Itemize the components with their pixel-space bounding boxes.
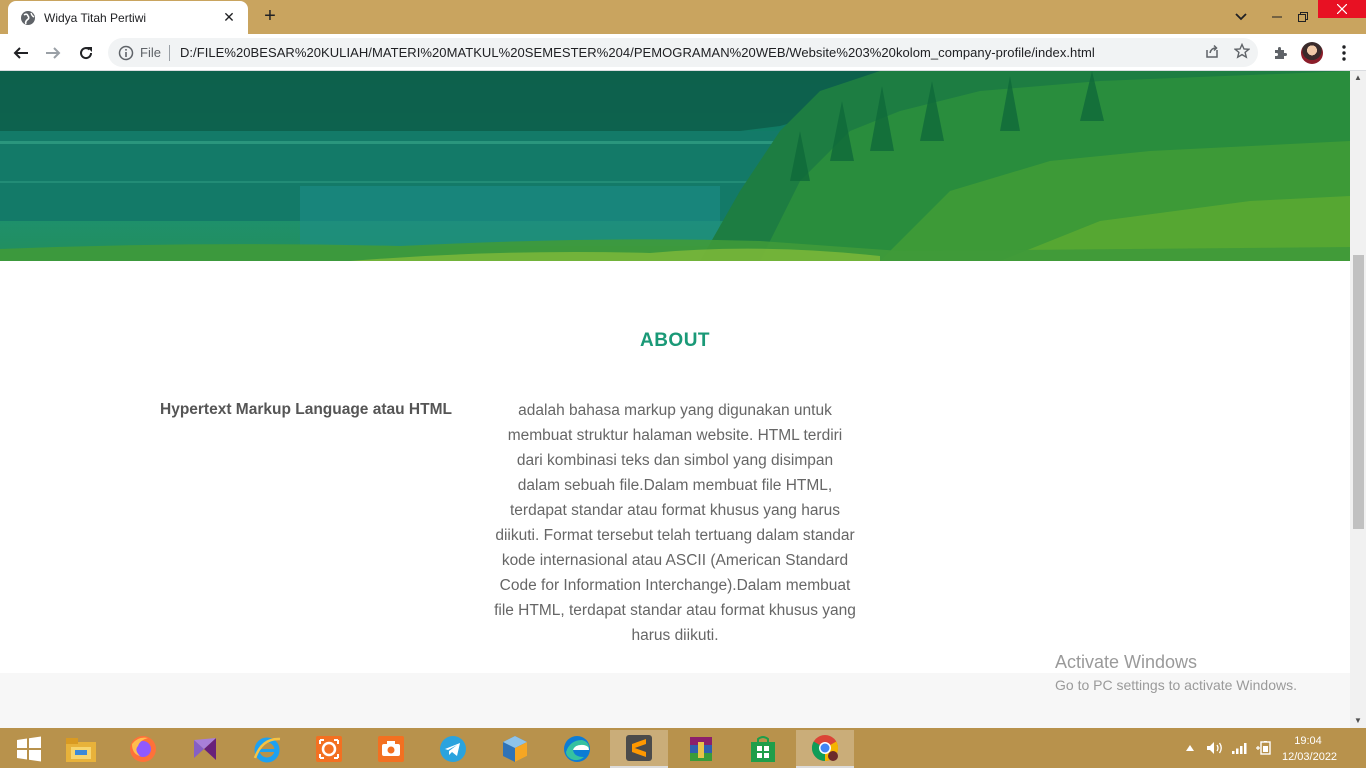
about-description: adalah bahasa markup yang digunakan untu… bbox=[494, 402, 856, 644]
forward-arrow-icon[interactable] bbox=[40, 40, 66, 66]
scroll-thumb[interactable] bbox=[1353, 255, 1364, 529]
minimize-icon[interactable] bbox=[1264, 0, 1290, 34]
show-hidden-icons-icon[interactable] bbox=[1182, 728, 1198, 768]
activate-title: Activate Windows bbox=[1055, 652, 1198, 672]
telegram-icon[interactable] bbox=[424, 730, 482, 768]
chrome-icon[interactable] bbox=[796, 730, 854, 768]
page-scrollbar[interactable]: ▲ ▼ bbox=[1350, 71, 1366, 728]
activate-windows-watermark: Activate Windows Go to PC settings to ac… bbox=[1055, 652, 1297, 693]
restore-icon[interactable] bbox=[1290, 0, 1316, 34]
system-clock[interactable]: 19:04 12/03/2022 bbox=[1282, 733, 1338, 765]
profile-avatar[interactable] bbox=[1299, 40, 1325, 66]
page-viewport: ABOUT Hypertext Markup Language atau HTM… bbox=[0, 71, 1350, 673]
url-text[interactable]: D:/FILE%20BESAR%20KULIAH/MATERI%20MATKUL… bbox=[180, 45, 1095, 60]
scroll-down-arrow-icon[interactable]: ▼ bbox=[1350, 714, 1366, 728]
tab-title: Widya Titah Pertiwi bbox=[44, 10, 147, 25]
scheme-label: File bbox=[140, 45, 161, 60]
about-term: Hypertext Markup Language atau HTML bbox=[160, 401, 452, 418]
hero-banner-image bbox=[0, 71, 1350, 261]
clock-date: 12/03/2022 bbox=[1282, 751, 1338, 763]
store-icon[interactable] bbox=[734, 730, 792, 768]
about-heading: ABOUT bbox=[639, 330, 711, 351]
network-signal-icon[interactable] bbox=[1230, 728, 1250, 768]
extensions-icon[interactable] bbox=[1267, 40, 1293, 66]
edge-icon[interactable] bbox=[548, 730, 606, 768]
bookmark-star-icon[interactable] bbox=[1234, 43, 1250, 59]
camera-app-icon[interactable] bbox=[362, 730, 420, 768]
internet-explorer-icon[interactable] bbox=[238, 730, 296, 768]
scroll-up-arrow-icon[interactable]: ▲ bbox=[1350, 71, 1366, 85]
browser-toolbar: File D:/FILE%20BESAR%20KULIAH/MATERI%20M… bbox=[0, 34, 1366, 71]
visual-studio-icon[interactable] bbox=[176, 730, 234, 768]
activate-subtitle: Go to PC settings to activate Windows. bbox=[1055, 677, 1297, 693]
menu-kebab-icon[interactable] bbox=[1331, 40, 1357, 66]
back-arrow-icon[interactable] bbox=[8, 40, 34, 66]
omnibox-separator bbox=[168, 44, 170, 61]
address-bar[interactable]: File D:/FILE%20BESAR%20KULIAH/MATERI%20M… bbox=[108, 38, 1258, 67]
clock-time: 19:04 bbox=[1294, 735, 1322, 747]
reload-icon[interactable] bbox=[73, 40, 99, 66]
new-tab-button[interactable]: + bbox=[258, 5, 282, 29]
close-window-icon[interactable] bbox=[1318, 0, 1366, 18]
winrar-icon[interactable] bbox=[672, 730, 730, 768]
globe-icon bbox=[21, 10, 35, 25]
sublime-text-icon[interactable] bbox=[610, 730, 668, 768]
share-icon[interactable] bbox=[1204, 43, 1220, 59]
tab-strip: Widya Titah Pertiwi ✕ + bbox=[0, 0, 1366, 34]
avatar bbox=[1301, 42, 1323, 64]
tab-close-icon[interactable]: ✕ bbox=[220, 9, 238, 26]
file-explorer-icon[interactable] bbox=[52, 730, 110, 768]
firefox-icon[interactable] bbox=[114, 730, 172, 768]
screenshot-tool-icon[interactable] bbox=[300, 730, 358, 768]
virtualbox-icon[interactable] bbox=[486, 730, 544, 768]
tab-search-icon[interactable] bbox=[1228, 0, 1254, 34]
browser-tab[interactable]: Widya Titah Pertiwi ✕ bbox=[8, 1, 248, 34]
volume-icon[interactable] bbox=[1204, 728, 1226, 768]
start-icon[interactable] bbox=[0, 730, 58, 768]
info-icon[interactable] bbox=[118, 45, 134, 61]
battery-icon[interactable] bbox=[1254, 728, 1274, 768]
